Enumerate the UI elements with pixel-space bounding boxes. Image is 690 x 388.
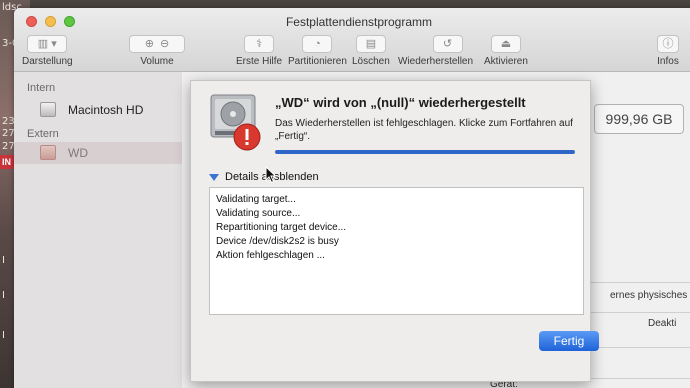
toolbar-label: Darstellung — [22, 56, 73, 67]
restore-error-sheet: „WD“ wird von „(null)“ wiederhergestellt… — [190, 80, 599, 382]
log-line: Validating source... — [216, 208, 301, 219]
toolbar-wiederherstellen[interactable]: ↺ Wiederherstellen — [398, 34, 473, 67]
mount-icon: ⏏ — [490, 35, 521, 53]
sheet-title: „WD“ wird von „(null)“ wiederhergestellt — [275, 95, 526, 110]
status-label: Deakti — [648, 318, 677, 329]
external-disk-icon — [40, 145, 56, 160]
add-remove-volume-icon: ⊕ ⊖ — [129, 35, 185, 53]
sidebar-item-label: WD — [68, 146, 88, 160]
toolbar-label: Erste Hilfe — [236, 56, 283, 67]
divider — [582, 312, 690, 313]
toolbar-volume[interactable]: ⊕ ⊖ Volume — [129, 34, 185, 67]
disk-utility-window: Festplattendienstprogramm ▥ ▾ Darstellun… — [14, 8, 690, 388]
sidebar-view-icon: ▥ ▾ — [27, 35, 68, 53]
toolbar-label: Wiederherstellen — [398, 56, 474, 67]
sidebar-item-label: Macintosh HD — [68, 103, 144, 117]
desktop-label: I — [2, 255, 5, 266]
log-line: Aktion fehlgeschlagen ... — [216, 250, 325, 261]
restore-icon: ↺ — [432, 35, 463, 53]
log-line: Validating target... — [216, 194, 296, 205]
partition-icon: ◔ — [302, 35, 333, 53]
toolbar-aktivieren[interactable]: ⏏ Aktivieren — [484, 34, 528, 67]
mouse-cursor-icon — [265, 166, 277, 184]
erase-icon: ▤ — [355, 35, 386, 53]
sheet-message: Das Wiederherstellen ist fehlgeschlagen.… — [275, 118, 573, 142]
hard-disk-alert-icon — [210, 94, 261, 151]
divider — [582, 282, 690, 283]
sidebar-heading-extern: Extern — [27, 128, 59, 140]
sidebar-item-macintosh-hd[interactable]: Macintosh HD — [14, 99, 182, 121]
toolbar-label: Löschen — [352, 56, 390, 67]
details-toggle[interactable]: Details ausblenden — [209, 171, 319, 183]
progress-fill — [275, 150, 575, 154]
disclosure-triangle-icon — [209, 173, 219, 181]
sidebar: Intern Macintosh HD Extern WD — [14, 72, 182, 388]
toolbar-erste-hilfe[interactable]: ⚕ Erste Hilfe — [236, 34, 282, 67]
fertig-button[interactable]: Fertig — [539, 331, 599, 351]
info-icon: ⓘ — [657, 35, 679, 53]
desktop-label: I — [2, 290, 5, 301]
log-line: Repartitioning target device... — [216, 222, 347, 233]
toolbar-label: Partitionieren — [288, 56, 347, 67]
toolbar-infos[interactable]: ⓘ Infos — [657, 34, 679, 67]
capacity-display: 999,96 GB — [594, 104, 684, 134]
toolbar-loeschen[interactable]: ▤ Löschen — [352, 34, 390, 67]
volume-type-label: ernes physisches Volu — [610, 290, 690, 301]
sidebar-item-wd[interactable]: WD — [14, 142, 182, 164]
stethoscope-icon: ⚕ — [244, 35, 275, 53]
titlebar: Festplattendienstprogramm ▥ ▾ Darstellun… — [14, 8, 690, 72]
toolbar-darstellung[interactable]: ▥ ▾ Darstellung — [22, 34, 73, 67]
log-line: Device /dev/disk2s2 is busy — [216, 236, 339, 247]
toolbar-partitionieren[interactable]: ◔ Partitionieren — [288, 34, 347, 67]
toolbar-label: Volume — [140, 56, 174, 67]
toolbar-label: Infos — [657, 56, 679, 67]
toolbar-label: Aktivieren — [484, 56, 528, 67]
internal-disk-icon — [40, 102, 56, 117]
desktop-label: I — [2, 330, 5, 341]
details-log[interactable]: Validating target... Validating source..… — [209, 187, 584, 315]
restore-progress-bar — [275, 150, 575, 154]
window-title: Festplattendienstprogramm — [285, 15, 433, 29]
sidebar-heading-intern: Intern — [27, 82, 56, 94]
